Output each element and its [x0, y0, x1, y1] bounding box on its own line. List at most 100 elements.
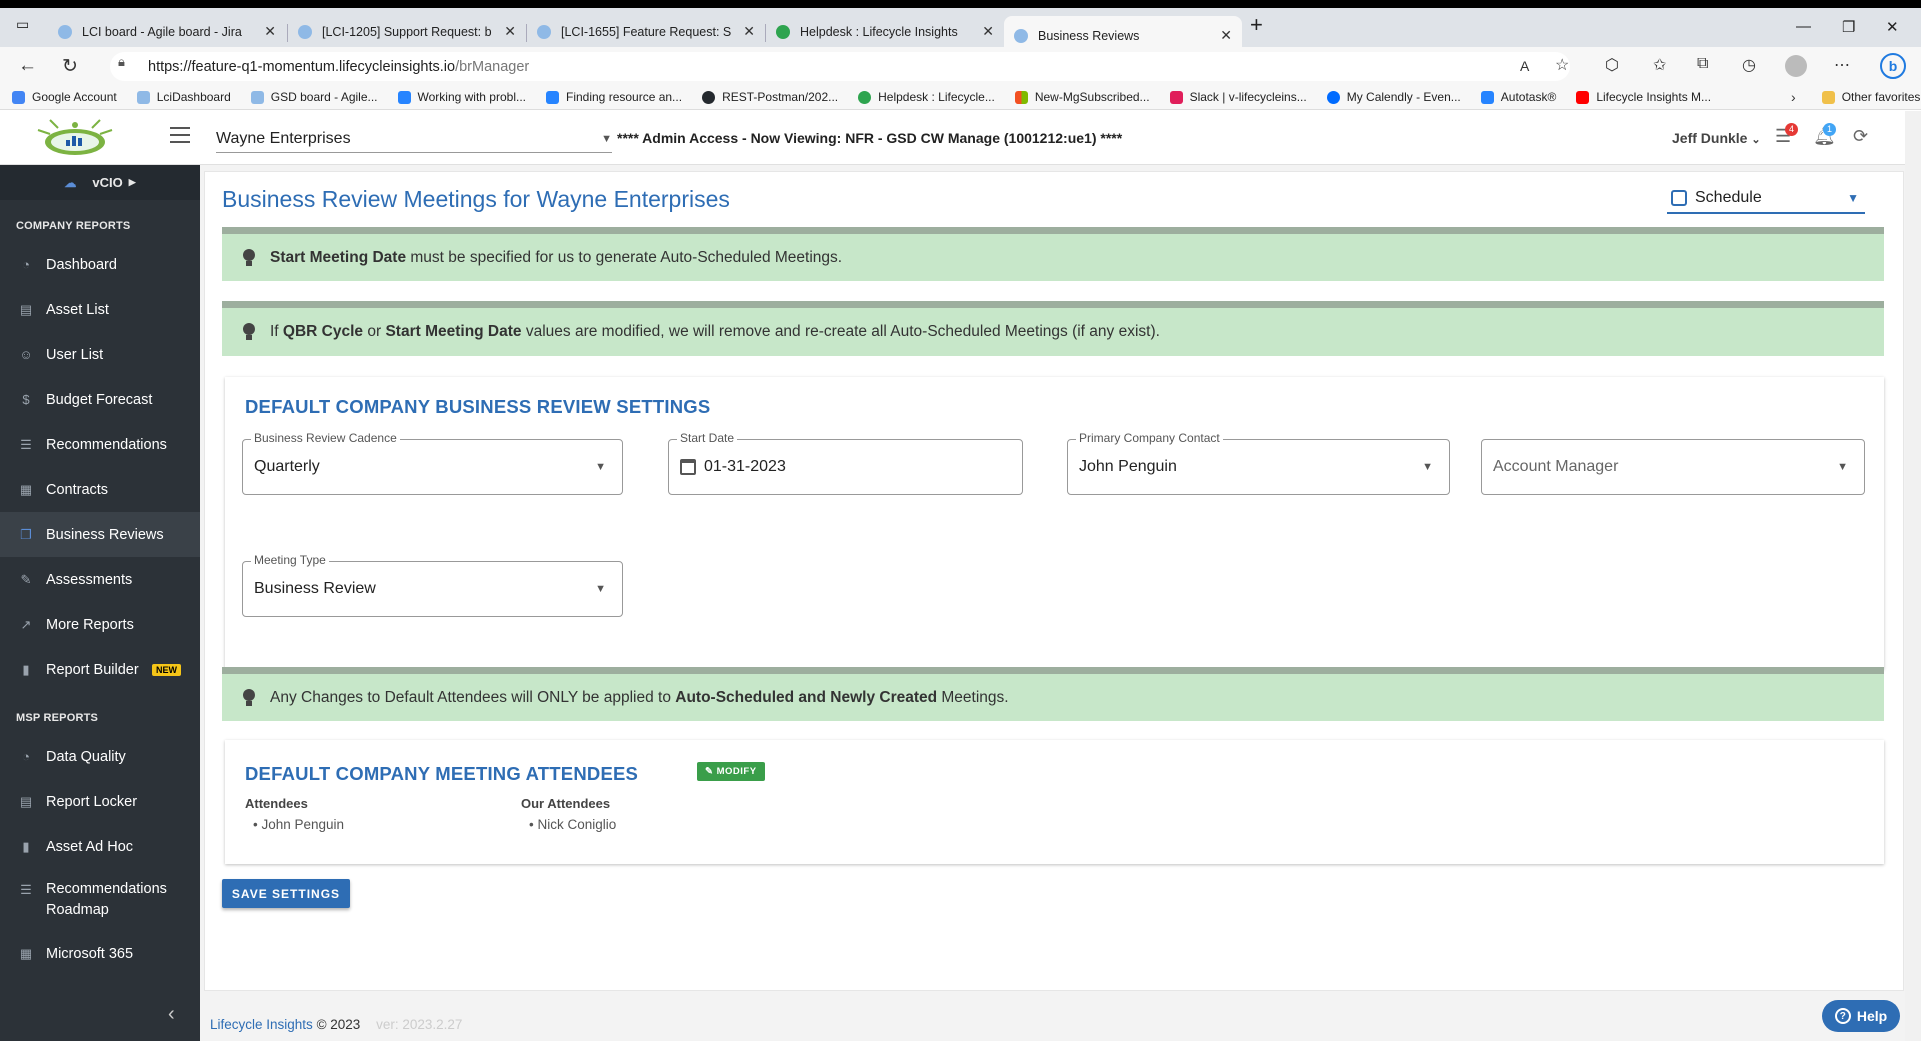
collapse-sidebar-icon[interactable]: ‹ — [168, 1003, 175, 1026]
more-menu-icon[interactable]: ⋯ — [1834, 55, 1850, 75]
company-select[interactable]: Wayne Enterprises ▼ — [216, 125, 612, 153]
close-icon[interactable]: ✕ — [743, 23, 755, 40]
sidebar-item-assessments[interactable]: ✎ Assessments — [0, 557, 200, 602]
bookmark-item[interactable]: Working with probl... — [397, 90, 526, 104]
minimize-icon[interactable]: — — [1796, 18, 1811, 35]
user-menu[interactable]: Jeff Dunkle ⌄ — [1672, 130, 1761, 146]
other-favorites[interactable]: Other favorites — [1821, 90, 1920, 104]
sidebar-item-report-builder[interactable]: ▮ Report Builder NEW — [0, 647, 200, 692]
sidebar-item-budget-forecast[interactable]: $ Budget Forecast — [0, 377, 200, 422]
lightbulb-icon — [242, 688, 256, 707]
account-manager-select[interactable]: Account Manager ▼ — [1481, 439, 1865, 495]
alert-body-text: or — [363, 323, 386, 340]
calendar-icon[interactable] — [680, 459, 696, 475]
start-date-value: 01-31-2023 — [704, 458, 786, 475]
bookmark-item[interactable]: LciDashboard — [136, 90, 231, 104]
start-date-field[interactable]: Start Date 01-31-2023 — [668, 431, 1023, 495]
browser-tab[interactable]: Helpdesk : Lifecycle Insights ✕ — [766, 16, 1004, 47]
sidebar-item-microsoft-365[interactable]: ▦ Microsoft 365 — [0, 931, 200, 976]
primary-contact-select[interactable]: Primary Company Contact John Penguin ▼ — [1067, 431, 1450, 495]
close-icon[interactable]: ✕ — [1220, 27, 1232, 44]
close-icon[interactable]: ✕ — [982, 23, 994, 40]
sidebar-item-asset-list[interactable]: ▤ Asset List — [0, 287, 200, 332]
sidebar-item-report-locker[interactable]: ▤ Report Locker — [0, 779, 200, 824]
page-title: Business Review Meetings for Wayne Enter… — [222, 186, 730, 212]
primary-contact-label: Primary Company Contact — [1076, 431, 1223, 445]
alert-bold-text: Start Meeting Date — [270, 248, 407, 266]
schedule-search-icon — [1671, 190, 1687, 206]
close-icon[interactable]: ✕ — [264, 23, 276, 40]
bookmark-label: Slack | v-lifecycleins... — [1189, 90, 1307, 104]
app-header: Wayne Enterprises ▼ **** Admin Access - … — [0, 111, 1921, 165]
info-alert-start-date: Start Meeting Date must be specified for… — [222, 227, 1884, 281]
url-input[interactable]: https://feature-q1-momentum.lifecycleins… — [110, 52, 1570, 81]
view-select[interactable]: Schedule ▼ — [1667, 184, 1865, 214]
chevron-right-icon[interactable]: › — [1791, 89, 1796, 105]
browser-tab[interactable]: [LCI-1205] Support Request: bulk ✕ — [288, 16, 526, 47]
tab-title: LCI board - Agile board - Jira — [82, 24, 242, 39]
main-panel: Business Review Meetings for Wayne Enter… — [204, 171, 1904, 991]
sidebar-item-label: Assessments — [46, 571, 133, 588]
window-close-icon[interactable]: ✕ — [1886, 18, 1899, 36]
sidebar-item-recommendations[interactable]: ☰ Recommendations — [0, 422, 200, 467]
tab-actions-icon[interactable]: ▭ — [16, 16, 29, 33]
lightbulb-icon — [242, 323, 256, 341]
refresh-icon[interactable]: ↻ — [62, 55, 78, 78]
sidebar-item-recommendations-roadmap[interactable]: ☰ Recommendations Roadmap — [0, 869, 200, 931]
bookmark-item[interactable]: Helpdesk : Lifecycle... — [858, 90, 995, 104]
attendee-list-item: • John Penguin — [253, 817, 345, 832]
sidebar-item-label: More Reports — [46, 616, 134, 633]
favorite-star-icon[interactable]: ☆ — [1555, 55, 1569, 75]
save-settings-button[interactable]: SAVE SETTINGS — [222, 879, 350, 908]
favorites-icon[interactable]: ✩ — [1653, 55, 1666, 75]
bookmark-item[interactable]: REST-Postman/202... — [702, 90, 838, 104]
read-aloud-icon[interactable]: A — [1520, 58, 1529, 74]
modify-attendees-button[interactable]: ✎ MODIFY — [697, 762, 765, 781]
extensions-icon[interactable]: ⬡ — [1605, 55, 1619, 75]
history-icon[interactable]: ◷ — [1742, 55, 1756, 75]
url-host: https://feature-q1-momentum.lifecycleins… — [148, 58, 456, 75]
bookmark-item[interactable]: Lifecycle Insights M... — [1576, 90, 1711, 104]
copilot-icon[interactable]: b — [1880, 53, 1906, 79]
sidebar-item-dashboard[interactable]: ◔ Dashboard — [0, 242, 200, 287]
bookmark-item[interactable]: Finding resource an... — [546, 90, 682, 104]
bookmark-favicon-icon — [858, 90, 872, 104]
sync-icon[interactable]: ⟳ — [1853, 126, 1868, 147]
bookmark-item[interactable]: Autotask® — [1480, 90, 1556, 104]
external-link-icon: ↗ — [20, 616, 32, 632]
bookmark-item[interactable]: New-MgSubscribed... — [1014, 90, 1150, 104]
help-button[interactable]: ? Help — [1822, 1000, 1900, 1032]
sidebar-item-business-reviews[interactable]: ❐ Business Reviews — [0, 512, 200, 557]
lock-icon[interactable]: 🔒︎ — [118, 54, 125, 70]
bookmark-item[interactable]: My Calendly - Even... — [1326, 90, 1461, 104]
collections-icon[interactable]: ⧉ — [1697, 55, 1708, 73]
cadence-value: Quarterly — [254, 458, 320, 475]
back-arrow-icon[interactable]: ← — [18, 55, 37, 77]
vcio-switcher[interactable]: ☁ vCIO ▶ — [0, 165, 200, 200]
sidebar-item-contracts[interactable]: ▦ Contracts — [0, 467, 200, 512]
cadence-select[interactable]: Business Review Cadence Quarterly ▼ — [242, 431, 623, 495]
bookmark-item[interactable]: Slack | v-lifecycleins... — [1169, 90, 1307, 104]
sidebar-item-asset-ad-hoc[interactable]: ▮ Asset Ad Hoc — [0, 824, 200, 869]
bookmark-item[interactable]: Google Account — [12, 90, 117, 104]
maximize-icon[interactable]: ❐ — [1842, 18, 1855, 36]
dashboard-icon: ◔ — [22, 257, 30, 272]
sidebar-item-user-list[interactable]: ☺ User List — [0, 332, 200, 377]
profile-avatar[interactable] — [1785, 55, 1807, 77]
meeting-type-select[interactable]: Meeting Type Business Review ▼ — [242, 553, 623, 617]
footer-brand-link[interactable]: Lifecycle Insights — [210, 1017, 313, 1032]
menu-icon[interactable] — [170, 127, 190, 145]
close-icon[interactable]: ✕ — [504, 23, 516, 40]
bookmark-item[interactable]: GSD board - Agile... — [250, 90, 378, 104]
sidebar-item-data-quality[interactable]: ◔ Data Quality — [0, 734, 200, 779]
browser-tab[interactable]: LCI board - Agile board - Jira ✕ — [48, 16, 286, 47]
sidebar-item-label: Business Reviews — [46, 526, 164, 543]
page-scrollbar[interactable] — [1905, 111, 1921, 1041]
browser-tab[interactable]: [LCI-1655] Feature Request: Sche ✕ — [527, 16, 765, 47]
sidebar-item-more-reports[interactable]: ↗ More Reports — [0, 602, 200, 647]
chevron-down-icon: ⌄ — [1751, 134, 1761, 146]
lifecycle-insights-logo[interactable] — [20, 116, 130, 160]
new-tab-icon[interactable]: + — [1250, 12, 1263, 38]
alert-body-text: must be specified for us to generate Aut… — [406, 248, 843, 266]
footer-version: ver: 2023.2.27 — [376, 1017, 463, 1032]
